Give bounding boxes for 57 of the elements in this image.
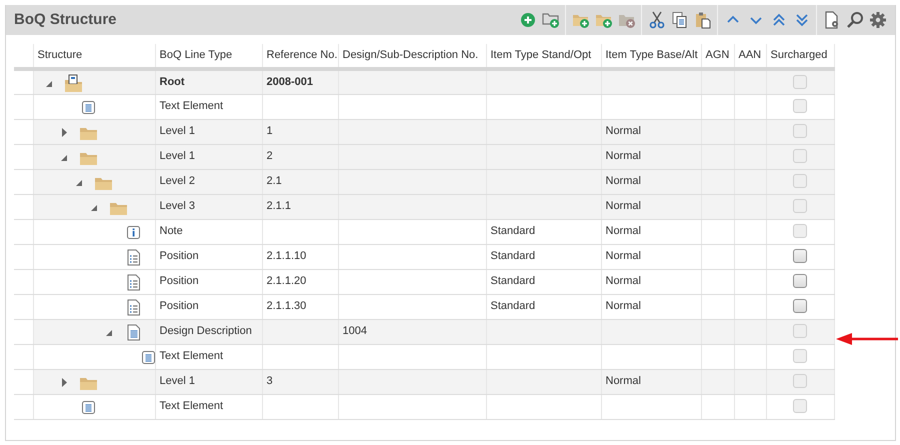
document-settings-icon — [822, 11, 840, 29]
collapse-toggle[interactable] — [46, 79, 52, 88]
table-cell: Text Element — [155, 94, 262, 119]
table-cell: Level 3 — [155, 194, 262, 219]
table-cell: Position — [155, 269, 262, 294]
expand-toggle[interactable] — [60, 128, 68, 136]
table-cell: 2 — [262, 144, 338, 169]
table-cell: Normal — [601, 294, 701, 319]
table-cell: Normal — [601, 144, 701, 169]
table-cell: Position — [155, 244, 262, 269]
table-cell: Level 1 — [155, 144, 262, 169]
table-cell: Normal — [601, 269, 701, 294]
add-icon — [518, 11, 536, 29]
settings-icon — [868, 11, 886, 29]
search-icon — [846, 11, 864, 29]
collapse-toggle[interactable] — [90, 202, 98, 212]
table-cell: Design Description — [155, 319, 262, 344]
arrow — [836, 332, 900, 346]
collapse-toggle[interactable] — [106, 328, 112, 336]
panel-title: BoQ Structure — [14, 10, 117, 30]
table-cell: Position — [155, 294, 262, 319]
table-cell: Root — [155, 69, 262, 94]
copy-icon — [670, 11, 688, 29]
table-cell: 3 — [262, 369, 338, 394]
table-cell: 2.1 — [262, 169, 338, 194]
collapse-toggle[interactable] — [60, 152, 68, 162]
table-cell: Text Element — [155, 344, 262, 369]
table-cell: Text Element — [155, 394, 262, 419]
table-cell: Level 1 — [155, 119, 262, 144]
table-cell: Standard — [486, 269, 601, 294]
table-cell: 2.1.1.30 — [262, 294, 338, 319]
paste-icon — [694, 11, 712, 29]
table-cell: Level 1 — [155, 369, 262, 394]
scissors-icon — [648, 11, 666, 29]
table-cell: 2.1.1 — [262, 194, 338, 219]
table-cell: Normal — [601, 369, 701, 394]
checkbox[interactable] — [793, 299, 807, 314]
table-cell: Normal — [601, 219, 701, 244]
table-cell: 2008-001 — [262, 69, 338, 94]
table-cell: Standard — [486, 244, 601, 269]
table-cell: 1 — [262, 119, 338, 144]
table-cell: Normal — [601, 244, 701, 269]
table-cell: Normal — [601, 194, 701, 219]
table-cell: Normal — [601, 119, 701, 144]
table-cell: Note — [155, 219, 262, 244]
checkbox[interactable] — [793, 274, 807, 288]
table-cell: Standard — [486, 219, 601, 244]
table-cell: Level 2 — [155, 169, 262, 194]
checkbox[interactable] — [793, 249, 807, 264]
folder-add-icon — [542, 11, 560, 29]
expand-toggle[interactable] — [60, 378, 68, 386]
table-cell: Normal — [601, 169, 701, 194]
table-cell: Standard — [486, 294, 601, 319]
table-cell: 1004 — [338, 319, 486, 344]
table-cell: 2.1.1.20 — [262, 269, 338, 294]
collapse-toggle[interactable] — [76, 178, 82, 186]
table-cell: 2.1.1.10 — [262, 244, 338, 269]
